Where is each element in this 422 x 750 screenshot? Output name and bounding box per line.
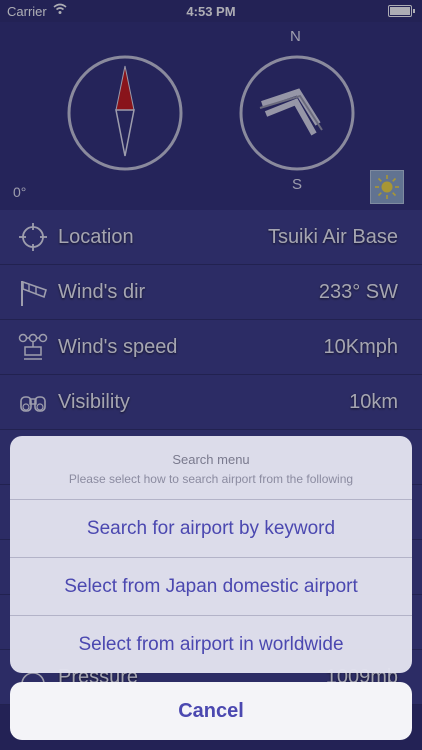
select-japan-domestic-button[interactable]: Select from Japan domestic airport [10,558,412,616]
sheet-message: Please select how to search airport from… [68,472,354,486]
sheet-header: Search menu Please select how to search … [10,436,412,500]
cancel-button[interactable]: Cancel [10,682,412,740]
select-worldwide-button[interactable]: Select from airport in worldwide [10,616,412,673]
search-by-keyword-button[interactable]: Search for airport by keyword [10,500,412,558]
sheet-title: Search menu [172,452,250,467]
search-menu-sheet: Search menu Please select how to search … [10,436,412,673]
